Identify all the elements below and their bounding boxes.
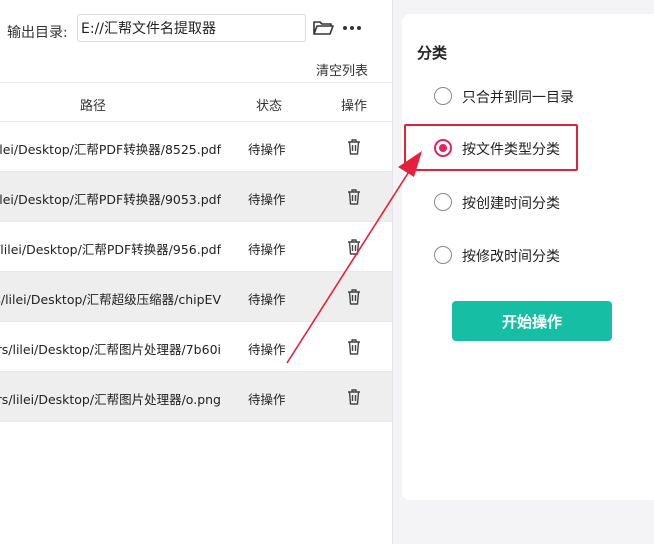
radio-button[interactable]	[434, 139, 452, 157]
radio-label: 按文件类型分类	[462, 142, 560, 158]
trash-icon[interactable]	[346, 388, 362, 406]
file-path-cell: Users/lilei/Desktop/汇帮PDF转换器/9053.pdf	[0, 189, 221, 207]
file-path-cell: Users/lilei/Desktop/汇帮PDF转换器/956.pdf	[0, 239, 221, 257]
file-path-cell: Users/lilei/Desktop/汇帮图片处理器/7b60i	[0, 339, 221, 357]
col-path-header: 路径	[80, 99, 107, 114]
radio-button[interactable]	[434, 193, 452, 211]
status-cell: 待操作	[248, 342, 286, 357]
table-row[interactable]: Users/lilei/Desktop/汇帮PDF转换器/8525.pdf 待操作	[0, 122, 392, 172]
radio-label: 按修改时间分类	[462, 249, 560, 265]
start-button[interactable]: 开始操作	[452, 301, 612, 341]
category-panel: 分类 只合并到同一目录 按文件类型分类 按创建时间分类 按修改时间分类 开始操作	[402, 14, 654, 500]
trash-icon[interactable]	[346, 288, 362, 306]
trash-icon[interactable]	[346, 338, 362, 356]
status-cell: 待操作	[248, 142, 286, 157]
panel-title: 分类	[417, 44, 448, 62]
table-row[interactable]: Users/lilei/Desktop/汇帮图片处理器/o.png 待操作	[0, 372, 392, 422]
output-dir-input[interactable]	[77, 14, 306, 42]
more-icon[interactable]	[342, 18, 362, 38]
trash-icon[interactable]	[346, 238, 362, 256]
file-path: Users/lilei/Desktop/汇帮PDF转换器/8525.pdf	[0, 142, 221, 157]
col-status-header: 状态	[256, 99, 283, 114]
file-path: Users/lilei/Desktop/汇帮图片处理器/7b60i	[0, 342, 221, 357]
radio-button[interactable]	[434, 87, 452, 105]
clear-list-button[interactable]: 清空列表	[316, 60, 368, 79]
table-row[interactable]: Users/lilei/Desktop/汇帮PDF转换器/9053.pdf 待操作	[0, 172, 392, 222]
trash-icon[interactable]	[346, 188, 362, 206]
radio-button[interactable]	[434, 246, 452, 264]
status-cell: 待操作	[248, 292, 286, 307]
status-cell: 待操作	[248, 192, 286, 207]
file-path-cell: Users/lilei/Desktop/汇帮图片处理器/o.png	[0, 389, 221, 407]
file-path: Users/lilei/Desktop/汇帮图片处理器/o.png	[0, 392, 221, 407]
file-path-cell: Users/lilei/Desktop/汇帮超级压缩器/chipEV	[0, 289, 221, 307]
table-header: 路径 状态 操作	[0, 82, 392, 122]
folder-icon[interactable]	[312, 18, 334, 38]
trash-icon[interactable]	[346, 138, 362, 156]
file-path-cell: Users/lilei/Desktop/汇帮PDF转换器/8525.pdf	[0, 139, 221, 157]
table-row[interactable]: Users/lilei/Desktop/汇帮PDF转换器/956.pdf 待操作	[0, 222, 392, 272]
file-path: Users/lilei/Desktop/汇帮PDF转换器/9053.pdf	[0, 192, 221, 207]
radio-label: 按创建时间分类	[462, 196, 560, 212]
file-list-pane: 输出目录: 清空列表 路径 状态 操作 Users/lilei/Desktop/…	[0, 0, 393, 544]
file-path: Users/lilei/Desktop/汇帮超级压缩器/chipEV	[0, 292, 221, 307]
table-row[interactable]: Users/lilei/Desktop/汇帮图片处理器/7b60i 待操作	[0, 322, 392, 372]
file-path: Users/lilei/Desktop/汇帮PDF转换器/956.pdf	[0, 242, 221, 257]
status-cell: 待操作	[248, 242, 286, 257]
output-dir-label: 输出目录:	[7, 25, 68, 41]
status-cell: 待操作	[248, 392, 286, 407]
radio-label: 只合并到同一目录	[462, 90, 574, 106]
table-row[interactable]: Users/lilei/Desktop/汇帮超级压缩器/chipEV 待操作	[0, 272, 392, 322]
col-action-header: 操作	[341, 99, 368, 114]
